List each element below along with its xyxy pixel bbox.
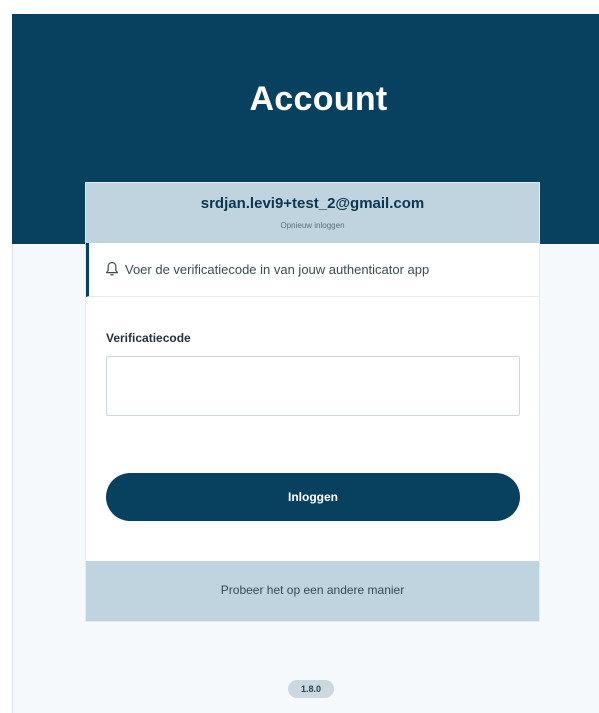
alternative-method-button[interactable]: Probeer het op een andere manier [86, 561, 539, 621]
bell-icon [106, 261, 118, 276]
version-badge: 1.8.0 [288, 680, 334, 698]
page-title: Account [249, 80, 388, 118]
login-card: srdjan.levi9+test_2@gmail.com Opnieuw in… [86, 183, 539, 621]
relogin-link[interactable]: Opnieuw inloggen [86, 221, 539, 230]
alternative-method-label: Probeer het op een andere manier [220, 583, 405, 597]
login-button[interactable]: Inloggen [106, 473, 520, 521]
verification-code-label: Verificatiecode [106, 331, 191, 345]
verification-code-input[interactable] [106, 356, 520, 416]
account-band: srdjan.levi9+test_2@gmail.com Opnieuw in… [86, 183, 539, 243]
account-email: srdjan.levi9+test_2@gmail.com [200, 195, 425, 212]
notice-text: Voer de verificatiecode in van jouw auth… [125, 262, 430, 277]
verification-notice: Voer de verificatiecode in van jouw auth… [86, 243, 539, 297]
top-border [0, 0, 599, 14]
